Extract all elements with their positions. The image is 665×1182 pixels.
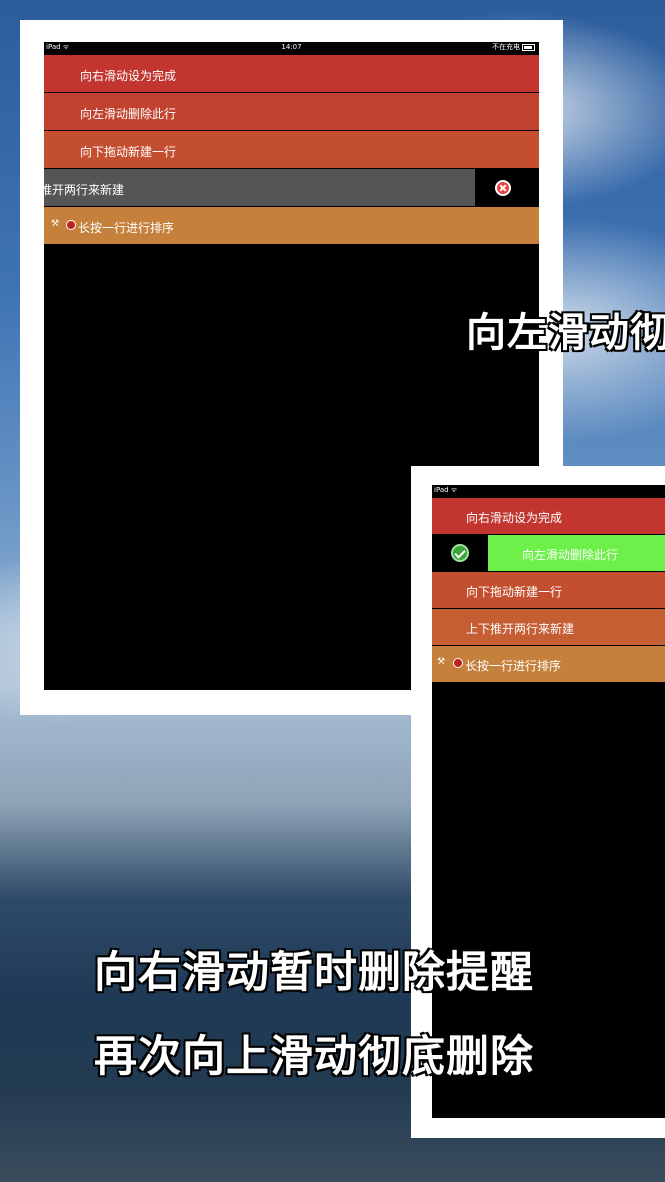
list-item[interactable]: ⚒ 长按一行进行排序 (432, 646, 665, 682)
list-item-label: 向下拖动新建一行 (466, 585, 563, 599)
reminder-icon (453, 658, 463, 668)
checkmark-icon (451, 544, 469, 562)
tools-icon: ⚒ (437, 657, 446, 667)
list-item[interactable]: ⚒ 长按一行进行排序 (44, 207, 539, 244)
list-item[interactable]: 向左滑动删除此行 (44, 93, 539, 130)
list-item-label: 向右滑动设为完成 (466, 511, 563, 525)
list-item[interactable]: 向下拖动新建一行 (44, 131, 539, 168)
list-item-label: 向右滑动设为完成 (80, 69, 177, 83)
caption-line-2: 再次向上滑动彻底删除 (93, 1031, 534, 1083)
device-label: iPad ᯤ (434, 486, 458, 494)
tools-icon: ⚒ (51, 219, 60, 229)
battery-status: 不在充电 (492, 42, 535, 53)
list-item[interactable]: 向下拖动新建一行 (432, 572, 665, 608)
list-item-label: 向左滑动删除此行 (522, 548, 619, 562)
status-bar: iPad ᯤ (432, 485, 665, 496)
list-item-completed[interactable]: 向左滑动删除此行 (432, 535, 665, 571)
delete-icon[interactable] (495, 180, 511, 196)
list-item-label: 推开两行来新建 (44, 183, 125, 197)
caption-line-1: 向右滑动暂时删除提醒 (93, 947, 534, 999)
list-item-label: 上下推开两行来新建 (466, 622, 575, 636)
list-item[interactable]: 向右滑动设为完成 (432, 498, 665, 534)
status-time: 14:07 (281, 43, 302, 51)
list-item-label: 向左滑动删除此行 (80, 107, 177, 121)
list-item-label: 向下拖动新建一行 (80, 145, 177, 159)
completed-row-content[interactable]: 向左滑动删除此行 (488, 535, 665, 571)
caption-right: 向左滑动彻 (465, 309, 665, 357)
battery-icon (522, 43, 535, 51)
list-item[interactable]: 向右滑动设为完成 (44, 55, 539, 92)
reminder-icon (66, 220, 76, 230)
list-item-swiped[interactable]: 推开两行来新建 (44, 169, 539, 206)
list-item-label: 长按一行进行排序 (78, 221, 175, 235)
swiped-row-content[interactable]: 推开两行来新建 (44, 169, 475, 206)
status-bar: iPad ᯤ 14:07 不在充电 (44, 42, 539, 53)
list-item-label: 长按一行进行排序 (465, 659, 562, 673)
list-item[interactable]: 上下推开两行来新建 (432, 609, 665, 645)
